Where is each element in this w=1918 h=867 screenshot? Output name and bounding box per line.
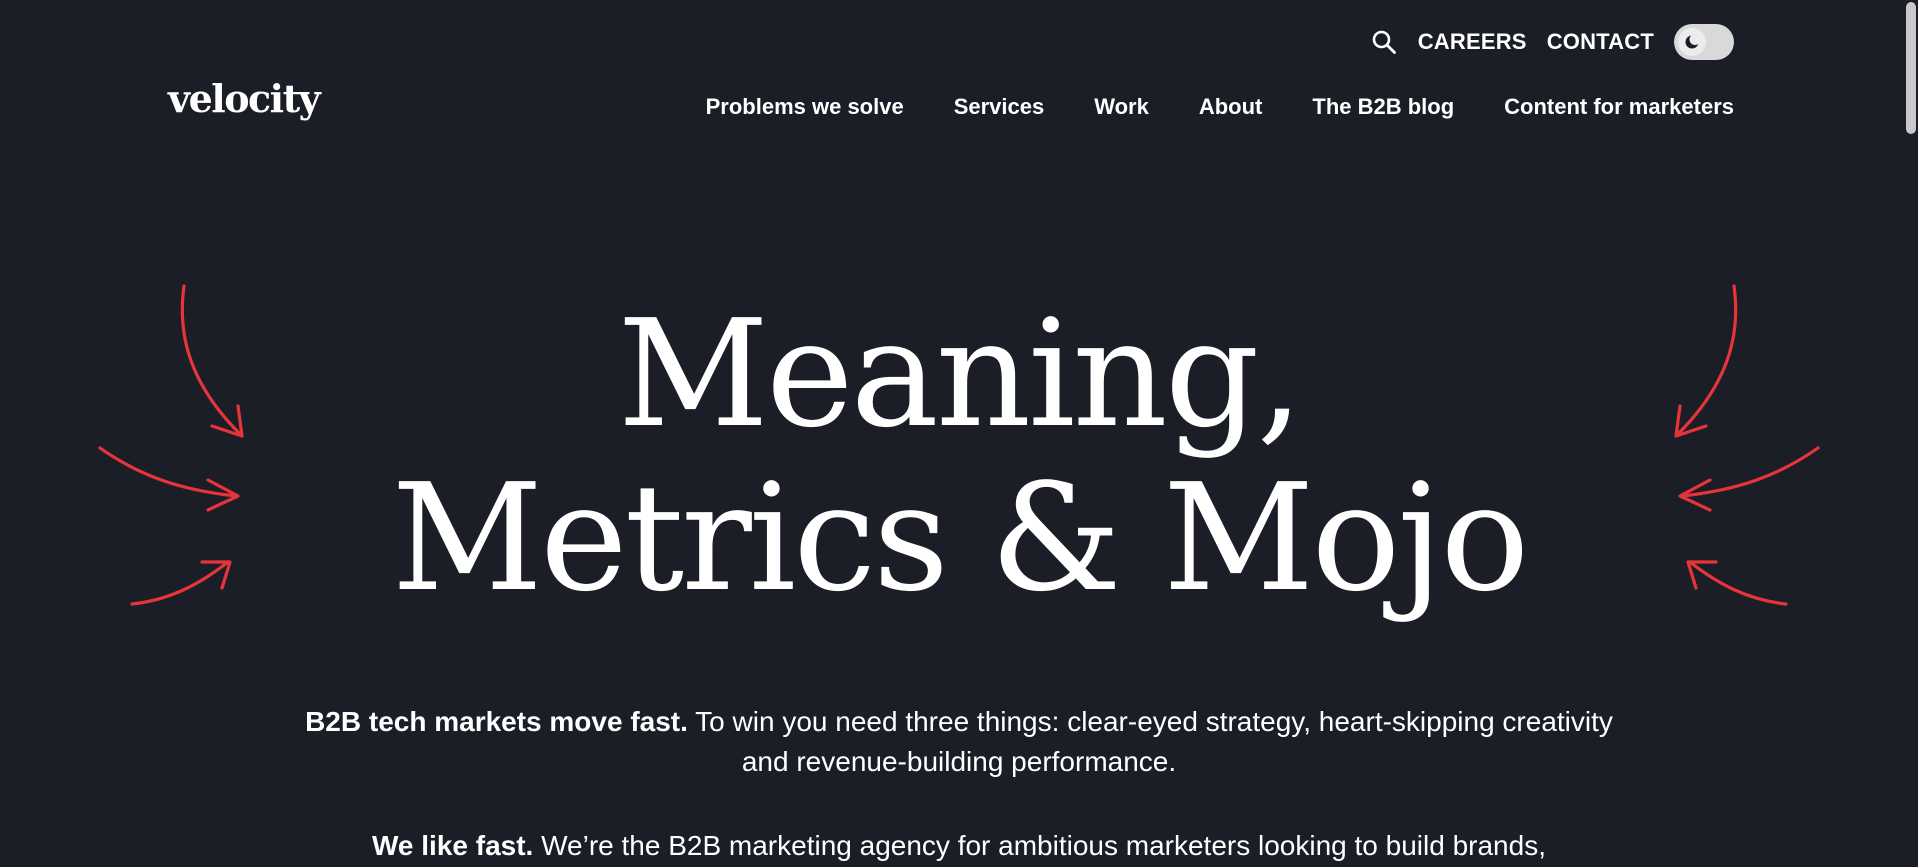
moon-icon [1685, 34, 1701, 49]
intro-lead: B2B tech markets move fast. [305, 706, 688, 737]
hero-title-line-1: Meaning, [617, 288, 1303, 460]
logo[interactable]: velocity [168, 76, 321, 121]
scrollbar-thumb[interactable] [1906, 2, 1916, 134]
nav-item-b2b-blog[interactable]: The B2B blog [1312, 94, 1454, 120]
contact-link[interactable]: CONTACT [1547, 29, 1654, 55]
main-nav: Problems we solve Services Work About Th… [706, 94, 1734, 120]
hero-title-line-2: Metrics & Mojo [391, 452, 1530, 624]
toggle-knob [1678, 28, 1706, 56]
theme-toggle[interactable] [1674, 24, 1734, 60]
secondary-text: We’re the B2B marketing agency for ambit… [533, 830, 1546, 861]
nav-item-about[interactable]: About [1199, 94, 1263, 120]
page-scrollbar[interactable] [1904, 0, 1918, 867]
nav-item-work[interactable]: Work [1094, 94, 1149, 120]
hero-title: Meaning, Metrics & Mojo [0, 292, 1918, 620]
search-icon [1372, 30, 1396, 54]
careers-link[interactable]: CAREERS [1418, 29, 1527, 55]
nav-item-problems-we-solve[interactable]: Problems we solve [706, 94, 904, 120]
page: CAREERS CONTACT velocity Problems we sol… [0, 0, 1918, 867]
secondary-paragraph: We like fast. We’re the B2B marketing ag… [0, 826, 1918, 866]
search-button[interactable] [1370, 28, 1398, 56]
intro-paragraph: B2B tech markets move fast. To win you n… [0, 702, 1918, 782]
nav-item-content-for-marketers[interactable]: Content for marketers [1504, 94, 1734, 120]
secondary-lead: We like fast. [372, 830, 534, 861]
utility-bar: CAREERS CONTACT [1370, 24, 1734, 60]
nav-item-services[interactable]: Services [954, 94, 1045, 120]
intro-text: To win you need three things: clear-eyed… [687, 706, 1613, 777]
